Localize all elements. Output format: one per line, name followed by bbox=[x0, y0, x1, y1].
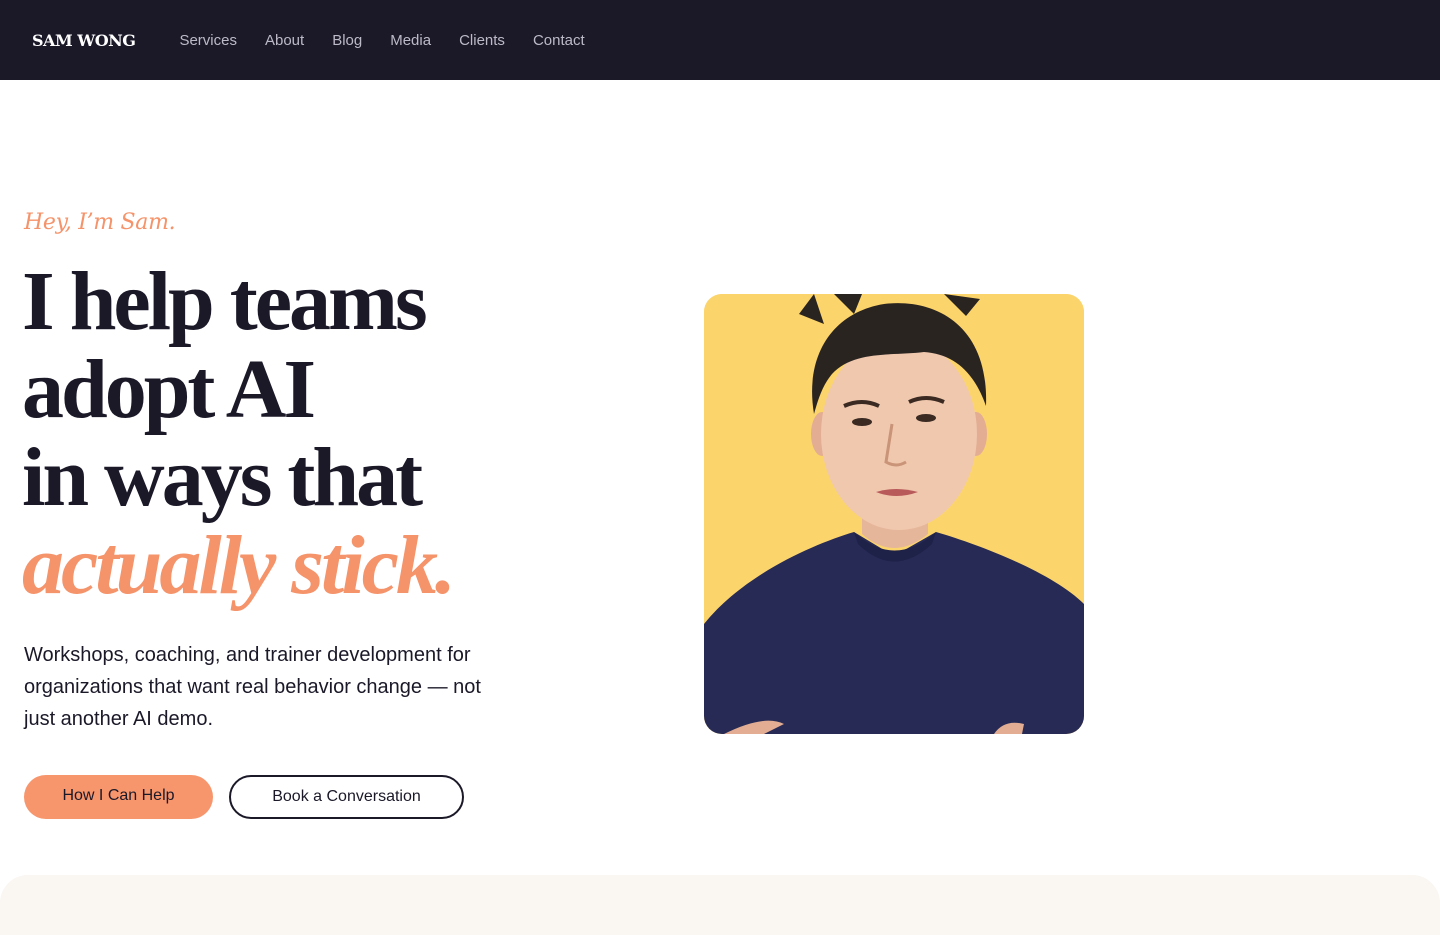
hero-headline: I help teams adopt AI in ways that actua… bbox=[22, 255, 456, 612]
nav-link-clients[interactable]: Clients bbox=[459, 32, 505, 49]
nav-link-contact[interactable]: Contact bbox=[533, 32, 585, 49]
headline-line-3: in ways that bbox=[22, 431, 423, 524]
portrait-photo bbox=[704, 294, 1084, 734]
next-section-edge bbox=[0, 875, 1440, 935]
hero-description: Workshops, coaching, and trainer develop… bbox=[24, 644, 481, 730]
book-conversation-button[interactable]: Book a Conversation bbox=[229, 775, 464, 819]
portrait-illustration bbox=[704, 294, 1084, 734]
hero-eyebrow: Hey, I’m Sam. bbox=[24, 210, 176, 235]
nav-link-about[interactable]: About bbox=[265, 32, 304, 49]
nav-link-blog[interactable]: Blog bbox=[332, 32, 362, 49]
how-i-can-help-button[interactable]: How I Can Help bbox=[24, 775, 213, 819]
main-nav: Services About Blog Media Clients Contac… bbox=[179, 32, 612, 49]
headline-line-2: adopt AI bbox=[22, 343, 316, 436]
headline-line-1: I help teams bbox=[22, 255, 428, 348]
nav-link-media[interactable]: Media bbox=[390, 32, 431, 49]
headline-accent: actually stick. bbox=[22, 519, 456, 612]
brand-logo[interactable]: SAM WONG bbox=[32, 31, 136, 50]
top-navbar: SAM WONG Services About Blog Media Clien… bbox=[0, 0, 1440, 80]
nav-link-services[interactable]: Services bbox=[179, 32, 237, 49]
